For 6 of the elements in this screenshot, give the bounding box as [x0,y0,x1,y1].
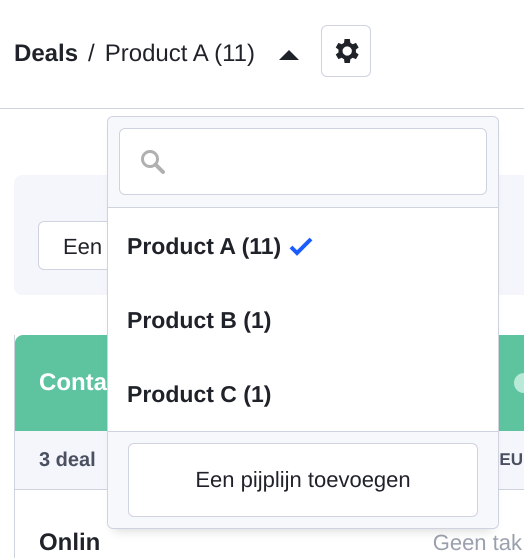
deal-count: 3 deal [39,448,96,472]
deal-status: Geen tak [432,530,522,556]
page-title: Deals [14,40,78,68]
deal-total: EU [499,450,523,470]
breadcrumb-separator: / [88,40,95,68]
column-title: Conta [39,369,107,397]
